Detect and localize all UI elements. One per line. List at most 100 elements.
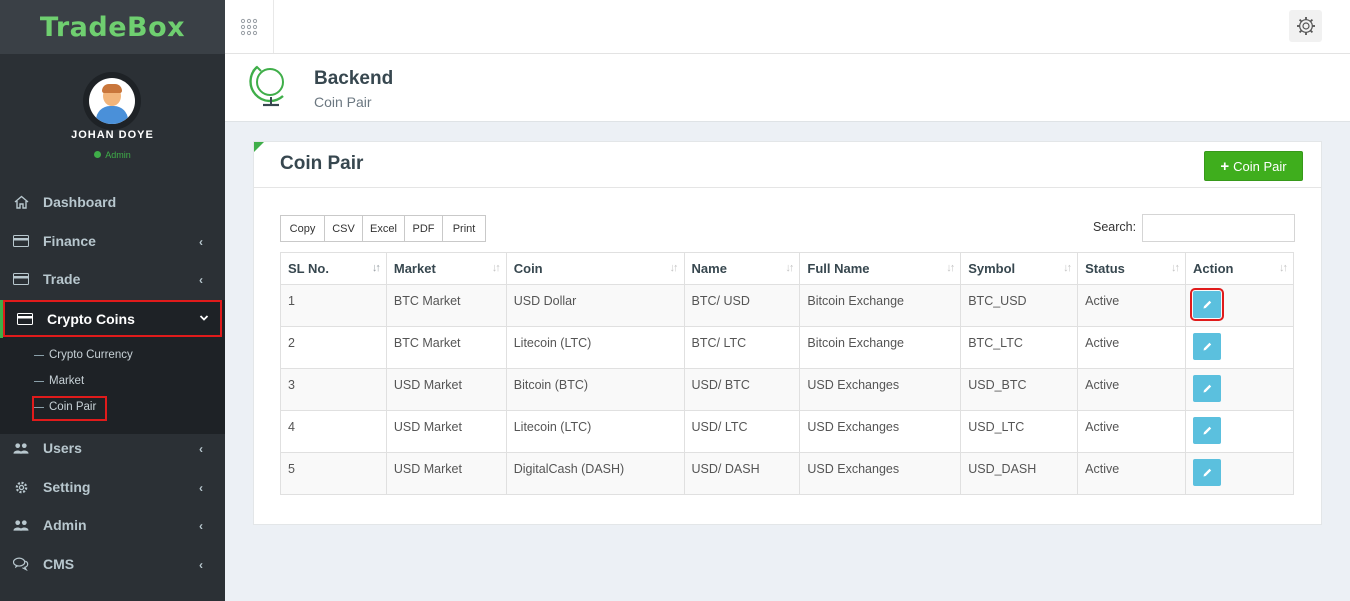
cell-coin: DigitalCash (DASH) [505, 452, 685, 495]
pencil-icon [1203, 300, 1211, 309]
page-title: Backend [314, 68, 394, 89]
sidebar-item-setting[interactable]: Setting ‹ [0, 468, 225, 506]
cell-name: BTC/ LTC [683, 326, 801, 369]
cell-market: BTC Market [385, 284, 507, 327]
cell-symbol: BTC_LTC [960, 326, 1079, 369]
cell-symbol: USD_DASH [960, 452, 1079, 495]
user-profile [0, 54, 225, 184]
edit-button[interactable] [1193, 375, 1222, 402]
pencil-icon [1203, 384, 1211, 393]
cell-market: BTC Market [385, 326, 507, 369]
cell-coin: USD Dollar [505, 284, 685, 327]
cell-market: USD Market [385, 410, 507, 453]
panel-title: Coin Pair [280, 153, 364, 174]
sidebar-item-finance[interactable]: Finance ‹ [0, 222, 225, 260]
sidebar-item-dashboard[interactable]: Dashboard [0, 183, 225, 221]
submenu-item-market[interactable]: Market [34, 375, 84, 387]
submenu-item-crypto-currency[interactable]: Crypto Currency [34, 349, 133, 361]
chevron-down-icon [199, 312, 209, 324]
chevron-left-icon: ‹ [199, 273, 203, 287]
edit-button[interactable] [1190, 288, 1225, 321]
table-row: 5 USD Market DigitalCash (DASH) USD/ DAS… [280, 452, 1294, 495]
cell-market: USD Market [385, 368, 507, 411]
column-header-symbol[interactable]: Symbol ↓↑ [960, 252, 1079, 285]
avatar [83, 72, 141, 130]
excel-button[interactable]: Excel [362, 215, 405, 242]
sidebar-item-admin[interactable]: Admin ‹ [0, 506, 225, 544]
pencil-icon [1203, 426, 1211, 435]
chevron-left-icon: ‹ [199, 235, 203, 249]
sidebar-item-cms[interactable]: CMS ‹ [0, 545, 225, 583]
sidebar-item-trade[interactable]: Trade ‹ [0, 260, 225, 298]
submenu-item-coin-pair[interactable]: Coin Pair [34, 401, 96, 413]
top-navbar [225, 0, 1350, 54]
brand-logo[interactable]: TradeBox [0, 0, 225, 54]
cell-coin: Litecoin (LTC) [505, 410, 685, 453]
edit-button[interactable] [1193, 417, 1222, 444]
card-icon [17, 311, 33, 327]
cell-status: Active [1077, 410, 1187, 453]
sort-icon: ↓↑ [946, 262, 955, 274]
online-status-dot [94, 151, 102, 158]
cell-name: USD/ BTC [683, 368, 801, 411]
home-icon [13, 194, 29, 210]
cell-name: BTC/ USD [683, 284, 801, 327]
cell-action [1185, 326, 1294, 369]
cell-action [1185, 284, 1294, 327]
chevron-left-icon: ‹ [199, 558, 203, 572]
card-icon [13, 233, 29, 249]
chevron-left-icon: ‹ [199, 481, 203, 495]
csv-button[interactable]: CSV [324, 215, 363, 242]
pencil-icon [1203, 342, 1211, 351]
plus-icon: + [1220, 157, 1230, 175]
cell-sl-no: 4 [280, 410, 387, 453]
column-header-market[interactable]: Market ↓↑ [385, 252, 507, 285]
chevron-left-icon: ‹ [199, 442, 203, 456]
edit-button[interactable] [1193, 333, 1222, 360]
pdf-button[interactable]: PDF [404, 215, 443, 242]
add-coin-pair-button[interactable]: + Coin Pair [1204, 151, 1303, 181]
column-header-coin[interactable]: Coin ↓↑ [505, 252, 685, 285]
cell-name: USD/ DASH [683, 452, 801, 495]
cell-action [1185, 452, 1294, 495]
column-header-sl-no[interactable]: SL No. ↓↑ [280, 252, 387, 285]
cell-sl-no: 3 [280, 368, 387, 411]
settings-gear-icon[interactable] [1289, 10, 1322, 42]
cell-coin: Litecoin (LTC) [505, 326, 685, 369]
cell-name: USD/ LTC [683, 410, 801, 453]
coin-pair-panel: Coin Pair + Coin Pair Copy CSV Excel PDF … [253, 141, 1322, 525]
pencil-icon [1203, 468, 1211, 477]
cell-market: USD Market [385, 452, 507, 495]
cell-full-name: USD Exchanges [799, 410, 962, 453]
copy-button[interactable]: Copy [280, 215, 325, 242]
page-header: Backend Coin Pair [225, 54, 1350, 122]
column-header-action[interactable]: Action ↓↑ [1185, 252, 1294, 285]
apps-grid-icon[interactable] [225, 0, 274, 53]
gear-icon [13, 479, 29, 495]
cell-status: Active [1077, 452, 1187, 495]
table-header-row: SL No. ↓↑ Market ↓↑ Coin ↓↑ Name ↓↑ Full Nam… [280, 252, 1294, 285]
cell-status: Active [1077, 368, 1187, 411]
submenu-crypto-coins: Crypto Currency Market Coin Pair [0, 338, 225, 434]
sort-icon: ↓↑ [669, 262, 679, 274]
cell-status: Active [1077, 326, 1187, 369]
profile-name: JOHAN DOYE [71, 129, 154, 141]
column-header-status[interactable]: Status ↓↑ [1077, 252, 1187, 285]
column-header-name[interactable]: Name ↓↑ [683, 252, 801, 285]
table-row: 1 BTC Market USD Dollar BTC/ USD Bitcoin… [280, 284, 1294, 327]
search-input[interactable] [1142, 214, 1295, 242]
cell-sl-no: 5 [280, 452, 387, 495]
sidebar-item-crypto-coins[interactable]: Crypto Coins [0, 300, 225, 338]
sort-icon: ↓↑ [491, 262, 501, 274]
column-header-full-name[interactable]: Full Name ↓↑ [799, 252, 962, 285]
cell-symbol: BTC_USD [960, 284, 1079, 327]
sidebar-item-users[interactable]: Users ‹ [0, 429, 225, 467]
cell-action [1185, 368, 1294, 411]
print-button[interactable]: Print [442, 215, 486, 242]
edit-button[interactable] [1193, 459, 1222, 486]
profile-role: Admin [0, 150, 225, 160]
comments-icon [13, 556, 29, 572]
table-row: 2 BTC Market Litecoin (LTC) BTC/ LTC Bit… [280, 326, 1294, 369]
coin-pair-table: SL No. ↓↑ Market ↓↑ Coin ↓↑ Name ↓↑ Full Nam… [280, 252, 1294, 495]
cell-action [1185, 410, 1294, 453]
